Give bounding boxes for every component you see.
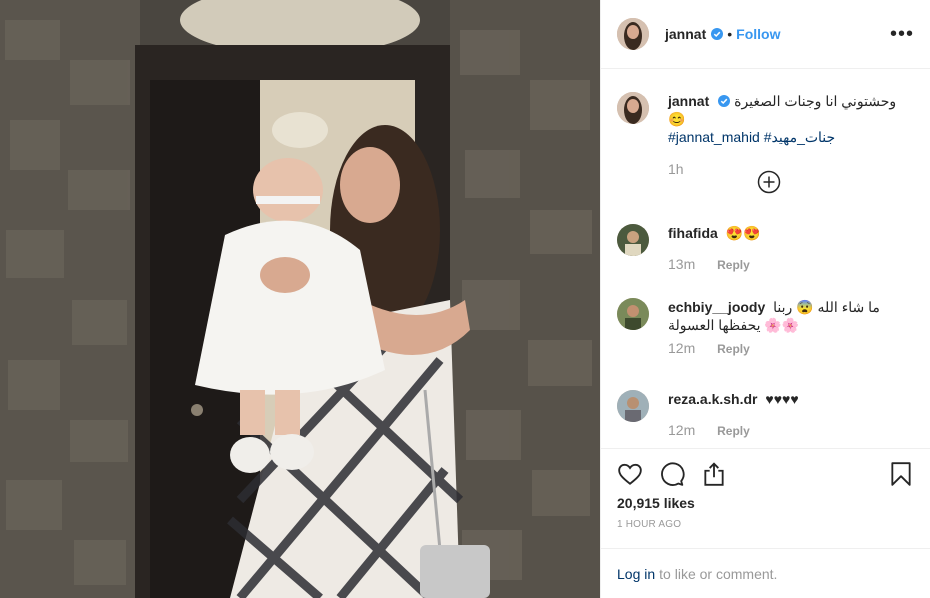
post-actions: 20,915 likes 1 HOUR AGO — [601, 448, 930, 530]
post-photo[interactable] — [0, 0, 600, 598]
comment-username[interactable]: echbiy__joody — [668, 299, 765, 315]
load-more-comments-icon[interactable] — [757, 170, 781, 194]
caption-body: jannat وحشتوني انا وجنات الصغيرة 😊 #jann… — [668, 92, 914, 146]
reply-button[interactable]: Reply — [717, 424, 750, 438]
caption-username[interactable]: jannat — [668, 93, 709, 109]
avatar-image — [617, 298, 649, 330]
login-prompt: Log in to like or comment. — [601, 548, 930, 598]
comment-time: 13m — [668, 256, 696, 272]
avatar-image — [617, 390, 649, 422]
commenter-avatar[interactable] — [617, 298, 649, 330]
comments-list: jannat وحشتوني انا وجنات الصغيرة 😊 #jann… — [601, 70, 930, 448]
avatar-image — [617, 224, 649, 256]
comment-time: 12m — [668, 422, 696, 438]
hashtag-link[interactable]: #جنات_مهيد — [764, 129, 835, 145]
caption-avatar[interactable] — [617, 92, 649, 124]
reply-button[interactable]: Reply — [717, 342, 750, 356]
comment-time: 12m — [668, 340, 696, 356]
photo-illustration — [0, 0, 600, 598]
post-modal: jannat • Follow ••• jannat وحشتوني انا و… — [0, 0, 930, 598]
commenter-avatar[interactable] — [617, 224, 649, 256]
login-rest-text: to like or comment. — [659, 565, 778, 582]
share-icon[interactable] — [701, 461, 727, 487]
comment-meta: 12m Reply — [668, 422, 914, 438]
comment-bubble-icon[interactable] — [659, 461, 685, 487]
comment-username[interactable]: fihafida — [668, 225, 718, 241]
comment-body: fihafida 😍😍 — [668, 224, 914, 242]
likes-count[interactable]: 20,915 likes — [617, 495, 914, 511]
post-timestamp: 1 HOUR AGO — [617, 519, 682, 530]
comment-item: reza.a.k.sh.dr ♥♥♥♥ 12m Reply — [617, 390, 914, 438]
avatar-image — [617, 18, 649, 50]
comment-text: ♥♥♥♥ — [765, 391, 799, 407]
like-heart-icon[interactable] — [617, 461, 643, 487]
verified-badge-icon — [718, 95, 731, 107]
author-avatar[interactable] — [617, 18, 649, 50]
avatar-image — [617, 92, 649, 124]
caption-time: 1h — [668, 161, 684, 177]
post-sidebar: jannat • Follow ••• jannat وحشتوني انا و… — [600, 0, 930, 598]
author-username[interactable]: jannat — [665, 26, 706, 42]
commenter-avatar[interactable] — [617, 390, 649, 422]
verified-badge-icon — [711, 28, 724, 40]
login-link[interactable]: Log in — [617, 566, 655, 582]
comment-body: reza.a.k.sh.dr ♥♥♥♥ — [668, 390, 914, 408]
caption-hashtags: #jannat_mahid #جنات_مهيد — [668, 128, 914, 146]
comment-meta: 12m Reply — [668, 340, 914, 356]
follow-button[interactable]: Follow — [736, 26, 780, 42]
comment-body: echbiy__joody ما شاء الله 😨 ربنا يحفظها … — [668, 298, 914, 334]
comment-item: fihafida 😍😍 13m Reply — [617, 224, 914, 272]
post-header: jannat • Follow ••• — [601, 0, 930, 69]
comment-text: 😍😍 — [725, 225, 761, 241]
comment-meta: 13m Reply — [668, 256, 914, 272]
comment-item: echbiy__joody ما شاء الله 😨 ربنا يحفظها … — [617, 298, 914, 356]
hashtag-link[interactable]: #jannat_mahid — [668, 129, 760, 145]
action-icons — [617, 449, 914, 499]
save-bookmark-icon[interactable] — [888, 461, 914, 487]
more-options-icon[interactable]: ••• — [890, 24, 914, 44]
separator-dot: • — [727, 26, 733, 42]
comment-username[interactable]: reza.a.k.sh.dr — [668, 391, 758, 407]
reply-button[interactable]: Reply — [717, 258, 750, 272]
caption: jannat وحشتوني انا وجنات الصغيرة 😊 #jann… — [617, 92, 914, 177]
